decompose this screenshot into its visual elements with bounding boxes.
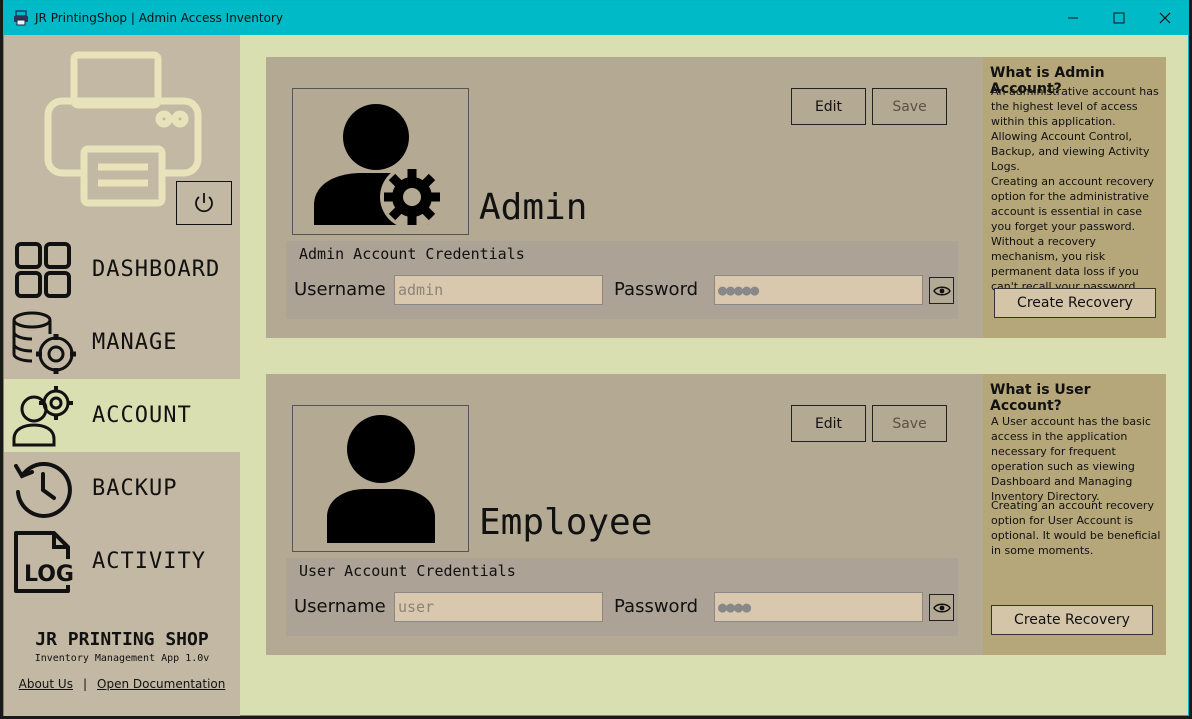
user-info-text-1: A User account has the basic access in t…	[991, 415, 1151, 503]
admin-avatar	[292, 88, 469, 235]
admin-username-field[interactable]: admin	[394, 275, 603, 305]
printer-app-icon	[14, 10, 28, 26]
admin-info-panel: What is Admin Account? An administrative…	[983, 57, 1166, 338]
sidebar-item-label: ACTIVITY	[92, 549, 206, 574]
sidebar-item-label: MANAGE	[92, 330, 178, 355]
sidebar-item-manage[interactable]: MANAGE	[4, 306, 240, 379]
user-create-recovery-button[interactable]: Create Recovery	[991, 605, 1153, 635]
power-icon	[195, 193, 213, 213]
admin-info-text-1: An administrative account has the highes…	[991, 85, 1159, 173]
user-save-button[interactable]: Save	[872, 405, 947, 442]
sidebar-item-backup[interactable]: BACKUP	[4, 452, 240, 525]
database-gear-icon	[8, 308, 78, 378]
window-title: JR PrintingShop | Admin Access Inventory	[35, 11, 283, 25]
user-info-text-2: Creating an account recovery option for …	[991, 499, 1161, 557]
user-account-card: Employee Edit Save User Account Credenti…	[266, 374, 1166, 655]
about-us-link[interactable]: About Us	[19, 677, 73, 691]
user-credentials-title: User Account Credentials	[299, 562, 516, 580]
log-file-icon: LOG	[8, 527, 78, 597]
admin-info-text-2: Creating an account recovery option for …	[991, 175, 1154, 293]
footer-links: About Us | Open Documentation	[4, 677, 240, 691]
user-password-field[interactable]: ●●●●	[714, 592, 923, 622]
open-documentation-link[interactable]: Open Documentation	[97, 677, 225, 691]
user-gear-icon	[8, 381, 78, 451]
admin-user-gear-icon	[313, 103, 444, 227]
user-username-field[interactable]: user	[394, 592, 603, 622]
app-window: JR PrintingShop | Admin Access Inventory	[3, 0, 1189, 716]
logo-area	[4, 35, 240, 233]
maximize-button[interactable]	[1096, 1, 1142, 35]
close-button[interactable]	[1142, 1, 1188, 35]
admin-show-password-button[interactable]	[929, 277, 954, 304]
admin-credentials-title: Admin Account Credentials	[299, 245, 525, 263]
close-icon	[1159, 12, 1171, 24]
dashboard-grid-icon	[8, 235, 78, 305]
user-info-title: What is User Account?	[990, 382, 1091, 414]
user-avatar	[292, 405, 469, 552]
eye-icon	[932, 603, 951, 612]
power-button[interactable]	[176, 181, 232, 225]
title-bar: JR PrintingShop | Admin Access Inventory	[4, 1, 1188, 35]
svg-text:LOG: LOG	[24, 562, 74, 587]
sidebar-footer: JR PRINTING SHOP Inventory Management Ap…	[4, 597, 240, 716]
admin-account-card: Admin Edit Save Admin Account Credential…	[266, 57, 1166, 338]
minimize-button[interactable]	[1050, 1, 1096, 35]
user-icon	[326, 414, 435, 543]
admin-password-field[interactable]: ●●●●●	[714, 275, 923, 305]
sidebar-item-activity[interactable]: LOG ACTIVITY	[4, 525, 240, 598]
user-info-panel: What is User Account? A User account has…	[983, 374, 1166, 655]
sidebar-item-account[interactable]: ACCOUNT	[4, 379, 240, 452]
admin-edit-button[interactable]: Edit	[791, 88, 866, 125]
app-version: Inventory Management App 1.0v	[34, 653, 210, 664]
sidebar: DASHBOARD MANAGE ACCOUNT BACKUP LOG ACTI…	[4, 35, 240, 716]
sidebar-item-label: DASHBOARD	[92, 257, 221, 282]
shop-name: JR PRINTING SHOP	[35, 629, 209, 650]
minimize-icon	[1068, 17, 1078, 19]
user-username-label: Username	[294, 596, 386, 617]
admin-account-name: Admin	[479, 187, 588, 228]
user-show-password-button[interactable]	[929, 594, 954, 621]
user-edit-button[interactable]: Edit	[791, 405, 866, 442]
sidebar-item-label: BACKUP	[92, 476, 178, 501]
admin-create-recovery-button[interactable]: Create Recovery	[994, 288, 1156, 318]
admin-password-label: Password	[614, 279, 699, 300]
sidebar-item-dashboard[interactable]: DASHBOARD	[4, 233, 240, 306]
history-clock-icon	[8, 454, 78, 524]
user-account-name: Employee	[479, 502, 653, 543]
sidebar-item-label: ACCOUNT	[92, 403, 192, 428]
user-credentials-panel: User Account Credentials Username user P…	[286, 558, 958, 636]
eye-icon	[932, 286, 951, 295]
admin-username-label: Username	[294, 279, 386, 300]
maximize-icon	[1113, 12, 1125, 24]
admin-save-button[interactable]: Save	[872, 88, 947, 125]
footer-separator: |	[82, 677, 87, 691]
user-password-label: Password	[614, 596, 699, 617]
admin-credentials-panel: Admin Account Credentials Username admin…	[286, 241, 958, 319]
